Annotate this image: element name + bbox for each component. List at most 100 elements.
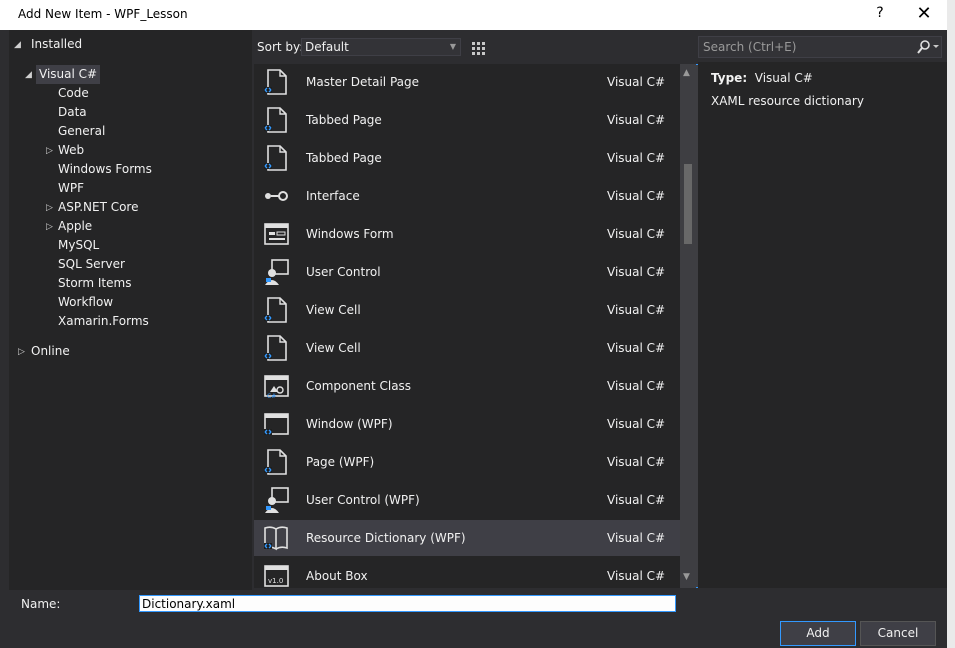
template-item[interactable]: Window (WPF) Visual C# [254, 406, 680, 442]
collapse-visual-csharp-icon[interactable]: ◢ [25, 70, 32, 80]
template-list-scrollbar[interactable]: ▲ ▼ [680, 64, 696, 588]
item-type: Type: Visual C# [711, 71, 813, 85]
help-button[interactable]: ? [872, 5, 888, 21]
small-icons-view-button[interactable] [467, 37, 489, 58]
template-item-name: View Cell [306, 303, 361, 317]
svg-text:v1.0: v1.0 [268, 577, 283, 585]
dialog-left-edge [0, 30, 9, 648]
windows-form-icon [264, 223, 289, 245]
tree-item-workflow[interactable]: Workflow [58, 293, 113, 312]
template-item-name: Window (WPF) [306, 417, 393, 431]
item-description: XAML resource dictionary [711, 94, 864, 108]
template-item[interactable]: v1.0 About Box Visual C# [254, 558, 680, 588]
template-item[interactable]: Page (WPF) Visual C# [254, 444, 680, 480]
tree-installed[interactable]: Installed [31, 35, 82, 54]
expand-web-icon[interactable]: ▷ [46, 146, 53, 156]
scroll-down-icon[interactable]: ▼ [683, 572, 690, 582]
template-item-name: Resource Dictionary (WPF) [306, 531, 466, 545]
type-label: Type: [711, 71, 748, 85]
template-item-name: User Control [306, 265, 381, 279]
template-item[interactable]: View Cell Visual C# [254, 292, 680, 328]
xaml-page-icon [264, 145, 287, 171]
add-button[interactable]: Add [780, 621, 856, 646]
user-control-icon [265, 487, 289, 513]
type-value: Visual C# [754, 71, 813, 85]
template-item-name: Windows Form [306, 227, 394, 241]
expand-aspnet-core-icon[interactable]: ▷ [46, 203, 53, 213]
dropdown-arrow-icon: ▼ [449, 42, 456, 51]
template-item-language: Visual C# [607, 151, 666, 165]
template-item-language: Visual C# [607, 493, 666, 507]
template-item-language: Visual C# [607, 227, 666, 241]
template-item-language: Visual C# [607, 113, 666, 127]
grid-view-icon [472, 42, 485, 55]
template-item-name: Interface [306, 189, 360, 203]
template-item-name: Page (WPF) [306, 455, 375, 469]
tree-item-windows-forms[interactable]: Windows Forms [58, 160, 152, 179]
template-item-name: View Cell [306, 341, 361, 355]
template-item[interactable]: User Control (WPF) Visual C# [254, 482, 680, 518]
template-item[interactable]: View Cell Visual C# [254, 330, 680, 366]
close-button[interactable]: ✕ [913, 3, 935, 24]
template-item[interactable]: Master Detail Page Visual C# [254, 64, 680, 100]
cancel-button[interactable]: Cancel [860, 621, 936, 646]
tree-item-general[interactable]: General [58, 122, 105, 141]
tree-item-apple[interactable]: Apple [58, 217, 92, 236]
tree-item-mysql[interactable]: MySQL [58, 236, 99, 255]
template-item-name: User Control (WPF) [306, 493, 420, 507]
template-item[interactable]: Windows Form Visual C# [254, 216, 680, 252]
resource-dictionary-icon [264, 526, 288, 551]
xaml-page-icon [264, 449, 287, 475]
search-input[interactable] [703, 39, 908, 55]
expand-online-icon[interactable]: ▷ [18, 347, 25, 357]
tree-visual-csharp[interactable]: Visual C# [36, 65, 101, 84]
template-item-name: Tabbed Page [306, 151, 382, 165]
xaml-page-icon [264, 297, 287, 323]
tree-item-storm-items[interactable]: Storm Items [58, 274, 131, 293]
template-item[interactable]: User Control Visual C# [254, 254, 680, 290]
about-box-icon: v1.0 [264, 565, 289, 587]
title-bar: Add New Item - WPF_Lesson ? ✕ [0, 0, 947, 30]
tree-item-aspnet-core[interactable]: ASP.NET Core [58, 198, 138, 217]
name-input[interactable] [139, 595, 676, 612]
xaml-page-icon [264, 69, 287, 95]
template-item-language: Visual C# [607, 303, 666, 317]
tree-item-sql-server[interactable]: SQL Server [58, 255, 125, 274]
scroll-up-icon[interactable]: ▲ [683, 68, 690, 78]
template-item[interactable]: Tabbed Page Visual C# [254, 102, 680, 138]
scrollbar-thumb[interactable] [684, 164, 692, 244]
template-item-language: Visual C# [607, 75, 666, 89]
template-item[interactable]: Tabbed Page Visual C# [254, 140, 680, 176]
tree-item-data[interactable]: Data [58, 103, 87, 122]
template-list[interactable]: Master Detail Page Visual C# Tabbed Page Vi… [254, 64, 680, 588]
background-window-edge [947, 0, 955, 648]
template-category-tree: ◢ Installed ◢ Visual C# Code Data Genera… [9, 30, 252, 590]
expand-apple-icon[interactable]: ▷ [46, 222, 53, 232]
template-item[interactable]: Resource Dictionary (WPF) Visual C# [254, 520, 680, 556]
sort-by-dropdown[interactable]: Default ▼ [301, 38, 461, 56]
template-item-name: About Box [306, 569, 368, 583]
template-item-language: Visual C# [607, 265, 666, 279]
item-details-panel: Type: Visual C# XAML resource dictionary [698, 62, 947, 588]
template-item-language: Visual C# [607, 189, 666, 203]
collapse-installed-icon[interactable]: ◢ [14, 40, 21, 50]
sort-by-label: Sort by: [257, 40, 304, 54]
search-icon[interactable] [915, 39, 941, 55]
window-wpf-icon [264, 413, 289, 435]
sort-by-value: Default [305, 40, 349, 54]
tree-item-xamarin-forms[interactable]: Xamarin.Forms [58, 312, 149, 331]
template-item-name: Component Class [306, 379, 412, 393]
template-item[interactable]: C# Component Class Visual C# [254, 368, 680, 404]
template-item[interactable]: Interface Visual C# [254, 178, 680, 214]
xaml-page-icon [264, 107, 287, 133]
tree-online[interactable]: Online [31, 342, 70, 361]
search-box[interactable] [698, 36, 942, 58]
tree-item-code[interactable]: Code [58, 84, 89, 103]
tree-item-web[interactable]: Web [58, 141, 84, 160]
template-item-name: Tabbed Page [306, 113, 382, 127]
interface-icon [265, 191, 288, 201]
template-item-language: Visual C# [607, 417, 666, 431]
tree-item-wpf[interactable]: WPF [58, 179, 84, 198]
svg-text:C#: C# [267, 393, 276, 400]
user-control-icon [265, 259, 289, 285]
